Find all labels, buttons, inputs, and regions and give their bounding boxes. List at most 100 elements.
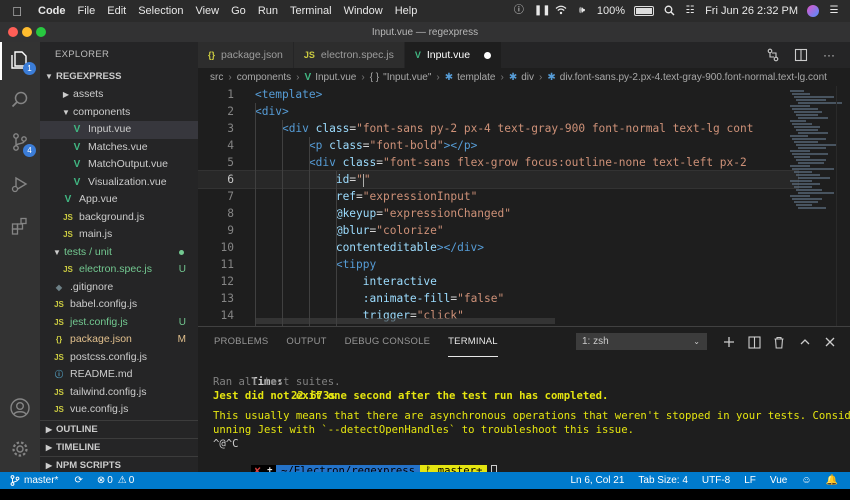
- tree-file[interactable]: JS tailwind.config.js: [40, 384, 198, 402]
- minimap[interactable]: [788, 86, 842, 326]
- project-section-header[interactable]: ▼ REGEXPRESS: [40, 68, 198, 86]
- end-of-line[interactable]: LF: [744, 475, 756, 486]
- horizontal-scrollbar[interactable]: [255, 318, 555, 324]
- siri-icon[interactable]: [807, 5, 819, 17]
- language-mode[interactable]: Vue: [770, 475, 787, 486]
- window-minimize-button[interactable]: [22, 27, 32, 37]
- code-editor[interactable]: 1 <template> 2 <div> 3 <div class="font-sans…: [198, 86, 850, 326]
- tree-folder[interactable]: ▼ tests / unit: [40, 244, 198, 262]
- encoding[interactable]: UTF-8: [702, 475, 730, 486]
- code-line[interactable]: 10 contenteditable></div>: [198, 239, 798, 256]
- terminal-select[interactable]: 1: zsh ⌄: [576, 333, 707, 350]
- tab-size[interactable]: Tab Size: 4: [638, 475, 687, 486]
- code-line[interactable]: 8 @keyup="expressionChanged": [198, 205, 798, 222]
- window-close-button[interactable]: [8, 27, 18, 37]
- tree-file[interactable]: JS postcss.config.js: [40, 349, 198, 367]
- breadcrumb-item[interactable]: div.font-sans.py-2.px-4.text-gray-900.fo…: [560, 72, 827, 83]
- feedback-icon[interactable]: ☺: [801, 475, 811, 486]
- more-actions-icon[interactable]: ···: [822, 48, 836, 62]
- search-view-icon[interactable]: [8, 88, 32, 112]
- search-icon[interactable]: [663, 5, 675, 17]
- tree-file[interactable]: JS jest.config.js U: [40, 314, 198, 332]
- code-line[interactable]: 12 interactive: [198, 273, 798, 290]
- tree-file[interactable]: V Visualization.vue: [40, 174, 198, 192]
- tree-file[interactable]: V Matches.vue: [40, 139, 198, 157]
- outline-section[interactable]: ▶ OUTLINE: [40, 420, 198, 439]
- menu-run[interactable]: Run: [258, 5, 278, 17]
- explorer-icon[interactable]: 1: [8, 48, 36, 75]
- tab-package-json[interactable]: {} package.json: [198, 42, 294, 68]
- run-debug-icon[interactable]: [8, 172, 32, 196]
- tree-file[interactable]: JS electron.spec.js U: [40, 261, 198, 279]
- extensions-icon[interactable]: [8, 214, 32, 238]
- source-control-icon[interactable]: 4: [8, 130, 36, 157]
- code-line[interactable]: 5 <div class="font-sans flex-grow focus:…: [198, 154, 798, 171]
- menu-edit[interactable]: Edit: [107, 5, 126, 17]
- breadcrumb-item[interactable]: components: [237, 72, 291, 83]
- code-line[interactable]: 3 <div class="font-sans py-2 px-4 text-g…: [198, 120, 798, 137]
- tree-folder[interactable]: ▶ assets: [40, 86, 198, 104]
- new-terminal-icon[interactable]: [721, 334, 737, 350]
- tree-file[interactable]: {} package.json M: [40, 331, 198, 349]
- tree-file[interactable]: V MatchOutput.vue: [40, 156, 198, 174]
- notification-center-icon[interactable]: ☰: [828, 5, 840, 17]
- tree-file[interactable]: JS background.js: [40, 209, 198, 227]
- volume-icon[interactable]: 🕪: [576, 5, 588, 17]
- control-center-icon[interactable]: ☷: [684, 5, 696, 17]
- code-line[interactable]: 9 @blur="colorize": [198, 222, 798, 239]
- editor-scrollbar[interactable]: [836, 86, 850, 326]
- unsaved-dot-icon[interactable]: [484, 51, 492, 59]
- tab-problems[interactable]: PROBLEMS: [214, 327, 268, 357]
- git-branch-status[interactable]: master*: [10, 475, 58, 486]
- split-editor-icon[interactable]: [794, 48, 808, 62]
- code-line[interactable]: 2 <div>: [198, 103, 798, 120]
- timeline-section[interactable]: ▶ TIMELINE: [40, 438, 198, 457]
- tab-output[interactable]: OUTPUT: [286, 327, 326, 357]
- accounts-icon[interactable]: [8, 396, 32, 420]
- tree-file[interactable]: V App.vue: [40, 191, 198, 209]
- breadcrumb-item[interactable]: div: [521, 72, 534, 83]
- menu-terminal[interactable]: Terminal: [290, 5, 332, 17]
- tab-input-vue[interactable]: V Input.vue: [404, 42, 503, 68]
- battery-icon[interactable]: [634, 6, 655, 16]
- menu-file[interactable]: File: [78, 5, 96, 17]
- apple-menu-icon[interactable]: : [10, 4, 24, 19]
- window-maximize-button[interactable]: [36, 27, 46, 37]
- settings-gear-icon[interactable]: [8, 437, 32, 461]
- tree-file[interactable]: JS vue.config.js: [40, 401, 198, 419]
- close-panel-icon[interactable]: [822, 334, 838, 350]
- kill-terminal-icon[interactable]: [771, 334, 787, 350]
- problems-status[interactable]: ⊗ 0 ⚠ 0: [97, 475, 134, 486]
- code-line[interactable]: 11 <tippy: [198, 256, 798, 273]
- menu-window[interactable]: Window: [344, 5, 383, 17]
- menu-view[interactable]: View: [195, 5, 219, 17]
- menu-help[interactable]: Help: [395, 5, 418, 17]
- menu-selection[interactable]: Selection: [138, 5, 183, 17]
- breadcrumb-item[interactable]: Input.vue: [315, 72, 356, 83]
- split-terminal-icon[interactable]: [746, 334, 762, 350]
- sync-icon[interactable]: ⟳: [74, 475, 82, 486]
- maximize-panel-icon[interactable]: [797, 334, 813, 350]
- code-line[interactable]: 7 ref="expressionInput": [198, 188, 798, 205]
- tree-file[interactable]: ◆ .gitignore: [40, 279, 198, 297]
- tree-file[interactable]: JS babel.config.js: [40, 296, 198, 314]
- open-changes-icon[interactable]: [766, 48, 780, 62]
- cursor-position[interactable]: Ln 6, Col 21: [570, 475, 624, 486]
- code-line[interactable]: 4 <p class="font-bold"></p>: [198, 137, 798, 154]
- menu-go[interactable]: Go: [231, 5, 246, 17]
- tab-debug-console[interactable]: DEBUG CONSOLE: [345, 327, 430, 357]
- tree-file[interactable]: ⓘ README.md: [40, 366, 198, 384]
- code-line[interactable]: 6 id="": [198, 170, 799, 189]
- tab-terminal[interactable]: TERMINAL: [448, 327, 498, 357]
- notifications-bell-icon[interactable]: 🔔: [826, 475, 838, 486]
- code-line[interactable]: 13 :animate-fill="false": [198, 290, 798, 307]
- tree-file[interactable]: JS main.js: [40, 226, 198, 244]
- tree-file[interactable]: V Input.vue: [40, 121, 198, 139]
- breadcrumb-item[interactable]: template: [457, 72, 495, 83]
- tab-electron-spec[interactable]: JS electron.spec.js: [293, 42, 405, 68]
- breadcrumb-item[interactable]: "Input.vue": [383, 72, 431, 83]
- info-status-icon[interactable]: ⓘ: [513, 5, 525, 17]
- menu-app-name[interactable]: Code: [38, 5, 66, 17]
- tree-folder[interactable]: ▼ components: [40, 104, 198, 122]
- menubar-clock[interactable]: Fri Jun 26 2:32 PM: [705, 5, 798, 17]
